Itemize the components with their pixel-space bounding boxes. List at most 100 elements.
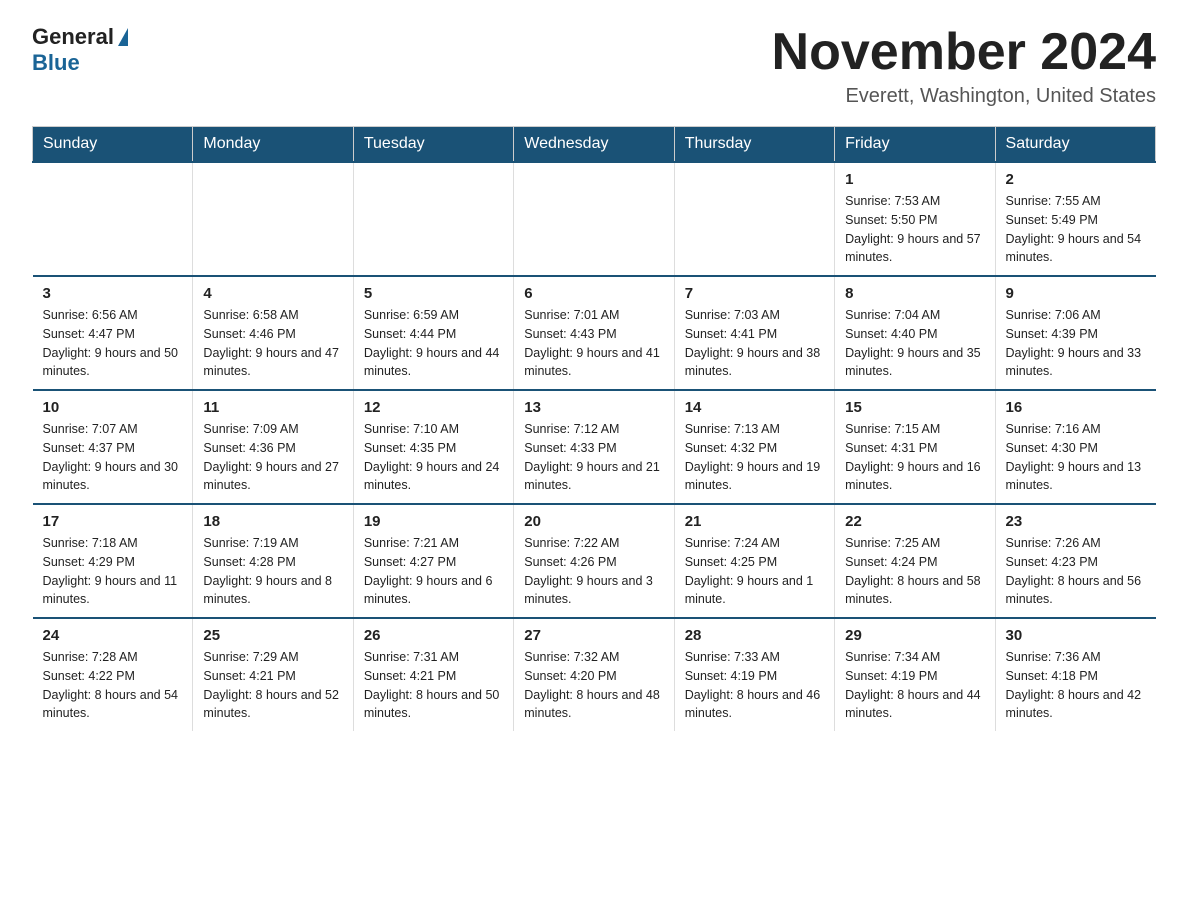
day-number: 10 [43,399,183,416]
day-info: Sunrise: 7:24 AM Sunset: 4:25 PM Dayligh… [685,534,824,609]
calendar-week-row: 17 Sunrise: 7:18 AM Sunset: 4:29 PM Dayli… [33,504,1156,618]
weekday-header-saturday: Saturday [995,127,1155,163]
title-area: November 2024 Everett, Washington, Unite… [772,24,1156,108]
calendar-cell: 18 Sunrise: 7:19 AM Sunset: 4:28 PM Dayli… [193,504,353,618]
weekday-header-thursday: Thursday [674,127,834,163]
calendar-cell: 29Sunrise: 7:34 AM Sunset: 4:19 PM Dayli… [835,618,995,731]
calendar-cell: 15 Sunrise: 7:15 AM Sunset: 4:31 PM Dayli… [835,390,995,504]
day-number: 21 [685,513,824,530]
calendar-cell: 7 Sunrise: 7:03 AM Sunset: 4:41 PM Daylig… [674,276,834,390]
day-number: 20 [524,513,663,530]
calendar-cell: 8Sunrise: 7:04 AM Sunset: 4:40 PM Daylig… [835,276,995,390]
day-number: 9 [1006,285,1146,302]
calendar-cell: 24 Sunrise: 7:28 AM Sunset: 4:22 PM Dayli… [33,618,193,731]
calendar-week-row: 24 Sunrise: 7:28 AM Sunset: 4:22 PM Dayli… [33,618,1156,731]
day-info: Sunrise: 6:58 AM Sunset: 4:46 PM Dayligh… [203,306,342,381]
calendar-cell: 9 Sunrise: 7:06 AM Sunset: 4:39 PM Daylig… [995,276,1155,390]
logo-general-text: General [32,24,114,50]
calendar-cell: 4 Sunrise: 6:58 AM Sunset: 4:46 PM Daylig… [193,276,353,390]
day-number: 14 [685,399,824,416]
calendar-cell: 3 Sunrise: 6:56 AM Sunset: 4:47 PM Daylig… [33,276,193,390]
calendar-cell [33,162,193,276]
day-number: 27 [524,627,663,644]
day-info: Sunrise: 7:15 AM Sunset: 4:31 PM Dayligh… [845,420,984,495]
day-info: Sunrise: 6:59 AM Sunset: 4:44 PM Dayligh… [364,306,503,381]
day-number: 26 [364,627,503,644]
day-number: 12 [364,399,503,416]
day-number: 1 [845,171,984,188]
calendar-cell: 26 Sunrise: 7:31 AM Sunset: 4:21 PM Dayli… [353,618,513,731]
logo: General Blue [32,24,130,76]
calendar-cell: 25 Sunrise: 7:29 AM Sunset: 4:21 PM Dayli… [193,618,353,731]
day-number: 15 [845,399,984,416]
day-info: Sunrise: 7:55 AM Sunset: 5:49 PM Dayligh… [1006,192,1146,267]
day-info: Sunrise: 7:29 AM Sunset: 4:21 PM Dayligh… [203,648,342,723]
day-number: 25 [203,627,342,644]
weekday-header-tuesday: Tuesday [353,127,513,163]
day-number: 24 [43,627,183,644]
day-number: 5 [364,285,503,302]
day-info: Sunrise: 7:13 AM Sunset: 4:32 PM Dayligh… [685,420,824,495]
weekday-header-friday: Friday [835,127,995,163]
day-info: Sunrise: 7:36 AM Sunset: 4:18 PM Dayligh… [1006,648,1146,723]
day-number: 7 [685,285,824,302]
weekday-header-row: SundayMondayTuesdayWednesdayThursdayFrid… [33,127,1156,163]
weekday-header-wednesday: Wednesday [514,127,674,163]
calendar-week-row: 10 Sunrise: 7:07 AM Sunset: 4:37 PM Dayli… [33,390,1156,504]
calendar-cell: 20 Sunrise: 7:22 AM Sunset: 4:26 PM Dayli… [514,504,674,618]
day-info: Sunrise: 7:10 AM Sunset: 4:35 PM Dayligh… [364,420,503,495]
calendar-cell: 16Sunrise: 7:16 AM Sunset: 4:30 PM Dayli… [995,390,1155,504]
day-info: Sunrise: 7:22 AM Sunset: 4:26 PM Dayligh… [524,534,663,609]
day-info: Sunrise: 7:03 AM Sunset: 4:41 PM Dayligh… [685,306,824,381]
calendar-week-row: 1 Sunrise: 7:53 AM Sunset: 5:50 PM Daylig… [33,162,1156,276]
calendar-week-row: 3 Sunrise: 6:56 AM Sunset: 4:47 PM Daylig… [33,276,1156,390]
day-info: Sunrise: 7:33 AM Sunset: 4:19 PM Dayligh… [685,648,824,723]
day-info: Sunrise: 7:32 AM Sunset: 4:20 PM Dayligh… [524,648,663,723]
calendar-cell: 14 Sunrise: 7:13 AM Sunset: 4:32 PM Dayli… [674,390,834,504]
day-info: Sunrise: 7:09 AM Sunset: 4:36 PM Dayligh… [203,420,342,495]
calendar-cell: 21 Sunrise: 7:24 AM Sunset: 4:25 PM Dayli… [674,504,834,618]
day-info: Sunrise: 7:18 AM Sunset: 4:29 PM Dayligh… [43,534,183,609]
calendar-cell: 11 Sunrise: 7:09 AM Sunset: 4:36 PM Dayli… [193,390,353,504]
day-info: Sunrise: 6:56 AM Sunset: 4:47 PM Dayligh… [43,306,183,381]
day-number: 11 [203,399,342,416]
calendar-cell [193,162,353,276]
calendar-cell [674,162,834,276]
day-number: 23 [1006,513,1146,530]
calendar-table: SundayMondayTuesdayWednesdayThursdayFrid… [32,126,1156,731]
calendar-cell: 30 Sunrise: 7:36 AM Sunset: 4:18 PM Dayli… [995,618,1155,731]
weekday-header-sunday: Sunday [33,127,193,163]
day-number: 19 [364,513,503,530]
day-number: 17 [43,513,183,530]
day-number: 30 [1006,627,1146,644]
calendar-cell: 23 Sunrise: 7:26 AM Sunset: 4:23 PM Dayli… [995,504,1155,618]
day-info: Sunrise: 7:31 AM Sunset: 4:21 PM Dayligh… [364,648,503,723]
calendar-cell: 5 Sunrise: 6:59 AM Sunset: 4:44 PM Daylig… [353,276,513,390]
calendar-cell: 6Sunrise: 7:01 AM Sunset: 4:43 PM Daylig… [514,276,674,390]
calendar-cell: 2Sunrise: 7:55 AM Sunset: 5:49 PM Daylig… [995,162,1155,276]
calendar-cell: 13Sunrise: 7:12 AM Sunset: 4:33 PM Dayli… [514,390,674,504]
calendar-cell: 10 Sunrise: 7:07 AM Sunset: 4:37 PM Dayli… [33,390,193,504]
day-info: Sunrise: 7:26 AM Sunset: 4:23 PM Dayligh… [1006,534,1146,609]
day-info: Sunrise: 7:21 AM Sunset: 4:27 PM Dayligh… [364,534,503,609]
day-number: 18 [203,513,342,530]
header: General Blue November 2024 Everett, Wash… [32,24,1156,108]
day-number: 3 [43,285,183,302]
day-number: 22 [845,513,984,530]
day-number: 13 [524,399,663,416]
calendar-cell: 28Sunrise: 7:33 AM Sunset: 4:19 PM Dayli… [674,618,834,731]
calendar-cell: 1 Sunrise: 7:53 AM Sunset: 5:50 PM Daylig… [835,162,995,276]
day-number: 4 [203,285,342,302]
calendar-cell: 19 Sunrise: 7:21 AM Sunset: 4:27 PM Dayli… [353,504,513,618]
calendar-subtitle: Everett, Washington, United States [772,85,1156,108]
day-info: Sunrise: 7:19 AM Sunset: 4:28 PM Dayligh… [203,534,342,609]
logo-blue-text: Blue [32,50,80,76]
day-info: Sunrise: 7:07 AM Sunset: 4:37 PM Dayligh… [43,420,183,495]
calendar-title: November 2024 [772,24,1156,81]
day-info: Sunrise: 7:53 AM Sunset: 5:50 PM Dayligh… [845,192,984,267]
day-info: Sunrise: 7:04 AM Sunset: 4:40 PM Dayligh… [845,306,984,381]
day-info: Sunrise: 7:28 AM Sunset: 4:22 PM Dayligh… [43,648,183,723]
day-info: Sunrise: 7:06 AM Sunset: 4:39 PM Dayligh… [1006,306,1146,381]
logo-triangle-icon [118,28,128,46]
day-info: Sunrise: 7:34 AM Sunset: 4:19 PM Dayligh… [845,648,984,723]
